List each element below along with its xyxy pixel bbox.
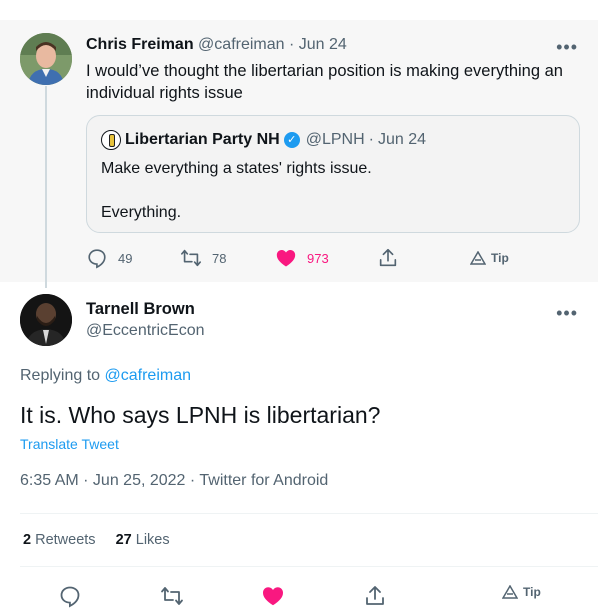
retweet-icon [181,249,201,267]
tip-icon [470,251,486,265]
quoted-text-line2: Everything. [101,204,182,221]
main-display-name[interactable]: Tarnell Brown [86,300,195,319]
share-button[interactable] [363,584,387,608]
parent-handle[interactable]: @cafreiman [198,36,285,53]
quoted-tweet-header: Libertarian Party NH ✓ @LPNH · Jun 24 [101,130,426,150]
reply-icon [88,249,106,269]
more-icon[interactable]: ••• [556,38,578,56]
reply-icon [60,586,80,608]
avatar-chris-freiman[interactable] [20,33,72,85]
tip-label: Tip [523,585,541,599]
retweet-stat-label: Retweets [35,532,96,548]
share-icon [379,248,397,267]
retweet-button[interactable] [160,584,184,608]
verified-badge-icon: ✓ [283,132,300,148]
separator-dot: · [368,131,374,148]
retweets-stat[interactable]: 2 Retweets [23,532,96,548]
tip-icon [502,585,518,599]
thread-connector-line [45,86,47,288]
parent-tweet-header: Chris Freiman @cafreiman · Jun 24 [86,36,347,54]
retweet-button[interactable]: 78 [180,247,226,269]
tweet-timestamp[interactable]: 6:35 AM · Jun 25, 2022 · Twitter for And… [20,472,328,490]
likes-stat[interactable]: 27 Likes [116,532,170,548]
top-band [0,0,598,20]
tip-label: Tip [491,251,509,265]
reply-button[interactable]: 49 [86,247,132,269]
quoted-date: Jun 24 [377,131,427,148]
main-handle[interactable]: @EccentricEcon [86,322,205,340]
retweet-stat-count: 2 [23,532,32,548]
parent-tweet-text: I would’ve thought the libertarian posit… [86,62,563,102]
replying-to: Replying to @cafreiman [20,367,191,385]
quoted-text-line1: Make everything a states' rights issue. [101,160,372,177]
engagement-stats: 2 Retweets 27 Likes [23,532,170,548]
lpnh-logo-icon [101,130,121,150]
retweet-count: 78 [212,250,227,266]
translate-tweet-link[interactable]: Translate Tweet [20,436,119,452]
separator-dot: · [289,36,295,53]
parent-date[interactable]: Jun 24 [299,36,347,53]
quoted-display-name: Libertarian Party NH [125,131,280,148]
like-button[interactable] [261,584,285,608]
avatar-tarnell-brown[interactable] [20,294,72,346]
replying-to-link[interactable]: @cafreiman [105,367,192,384]
like-button[interactable]: 973 [275,247,329,269]
like-count: 973 [307,250,329,266]
replying-prefix: Replying to [20,367,101,384]
divider [20,566,598,567]
tip-button[interactable]: Tip [502,585,541,599]
retweet-icon [161,587,183,605]
main-tweet-text: It is. Who says LPNH is libertarian? [20,402,381,428]
avatar-image [20,294,72,346]
quoted-tweet[interactable]: Libertarian Party NH ✓ @LPNH · Jun 24 Ma… [86,115,580,233]
more-icon[interactable]: ••• [556,304,578,322]
parent-display-name[interactable]: Chris Freiman [86,36,194,53]
share-icon [366,586,384,605]
avatar-image [20,33,72,85]
share-button[interactable] [377,247,399,269]
heart-icon [263,587,283,606]
like-stat-count: 27 [115,532,132,548]
reply-count: 49 [118,250,133,266]
like-stat-label: Likes [135,532,170,548]
divider [20,513,598,514]
tip-button[interactable]: Tip [470,251,509,265]
reply-button[interactable] [58,584,82,608]
heart-icon [276,250,296,267]
quoted-handle: @LPNH [305,131,365,148]
